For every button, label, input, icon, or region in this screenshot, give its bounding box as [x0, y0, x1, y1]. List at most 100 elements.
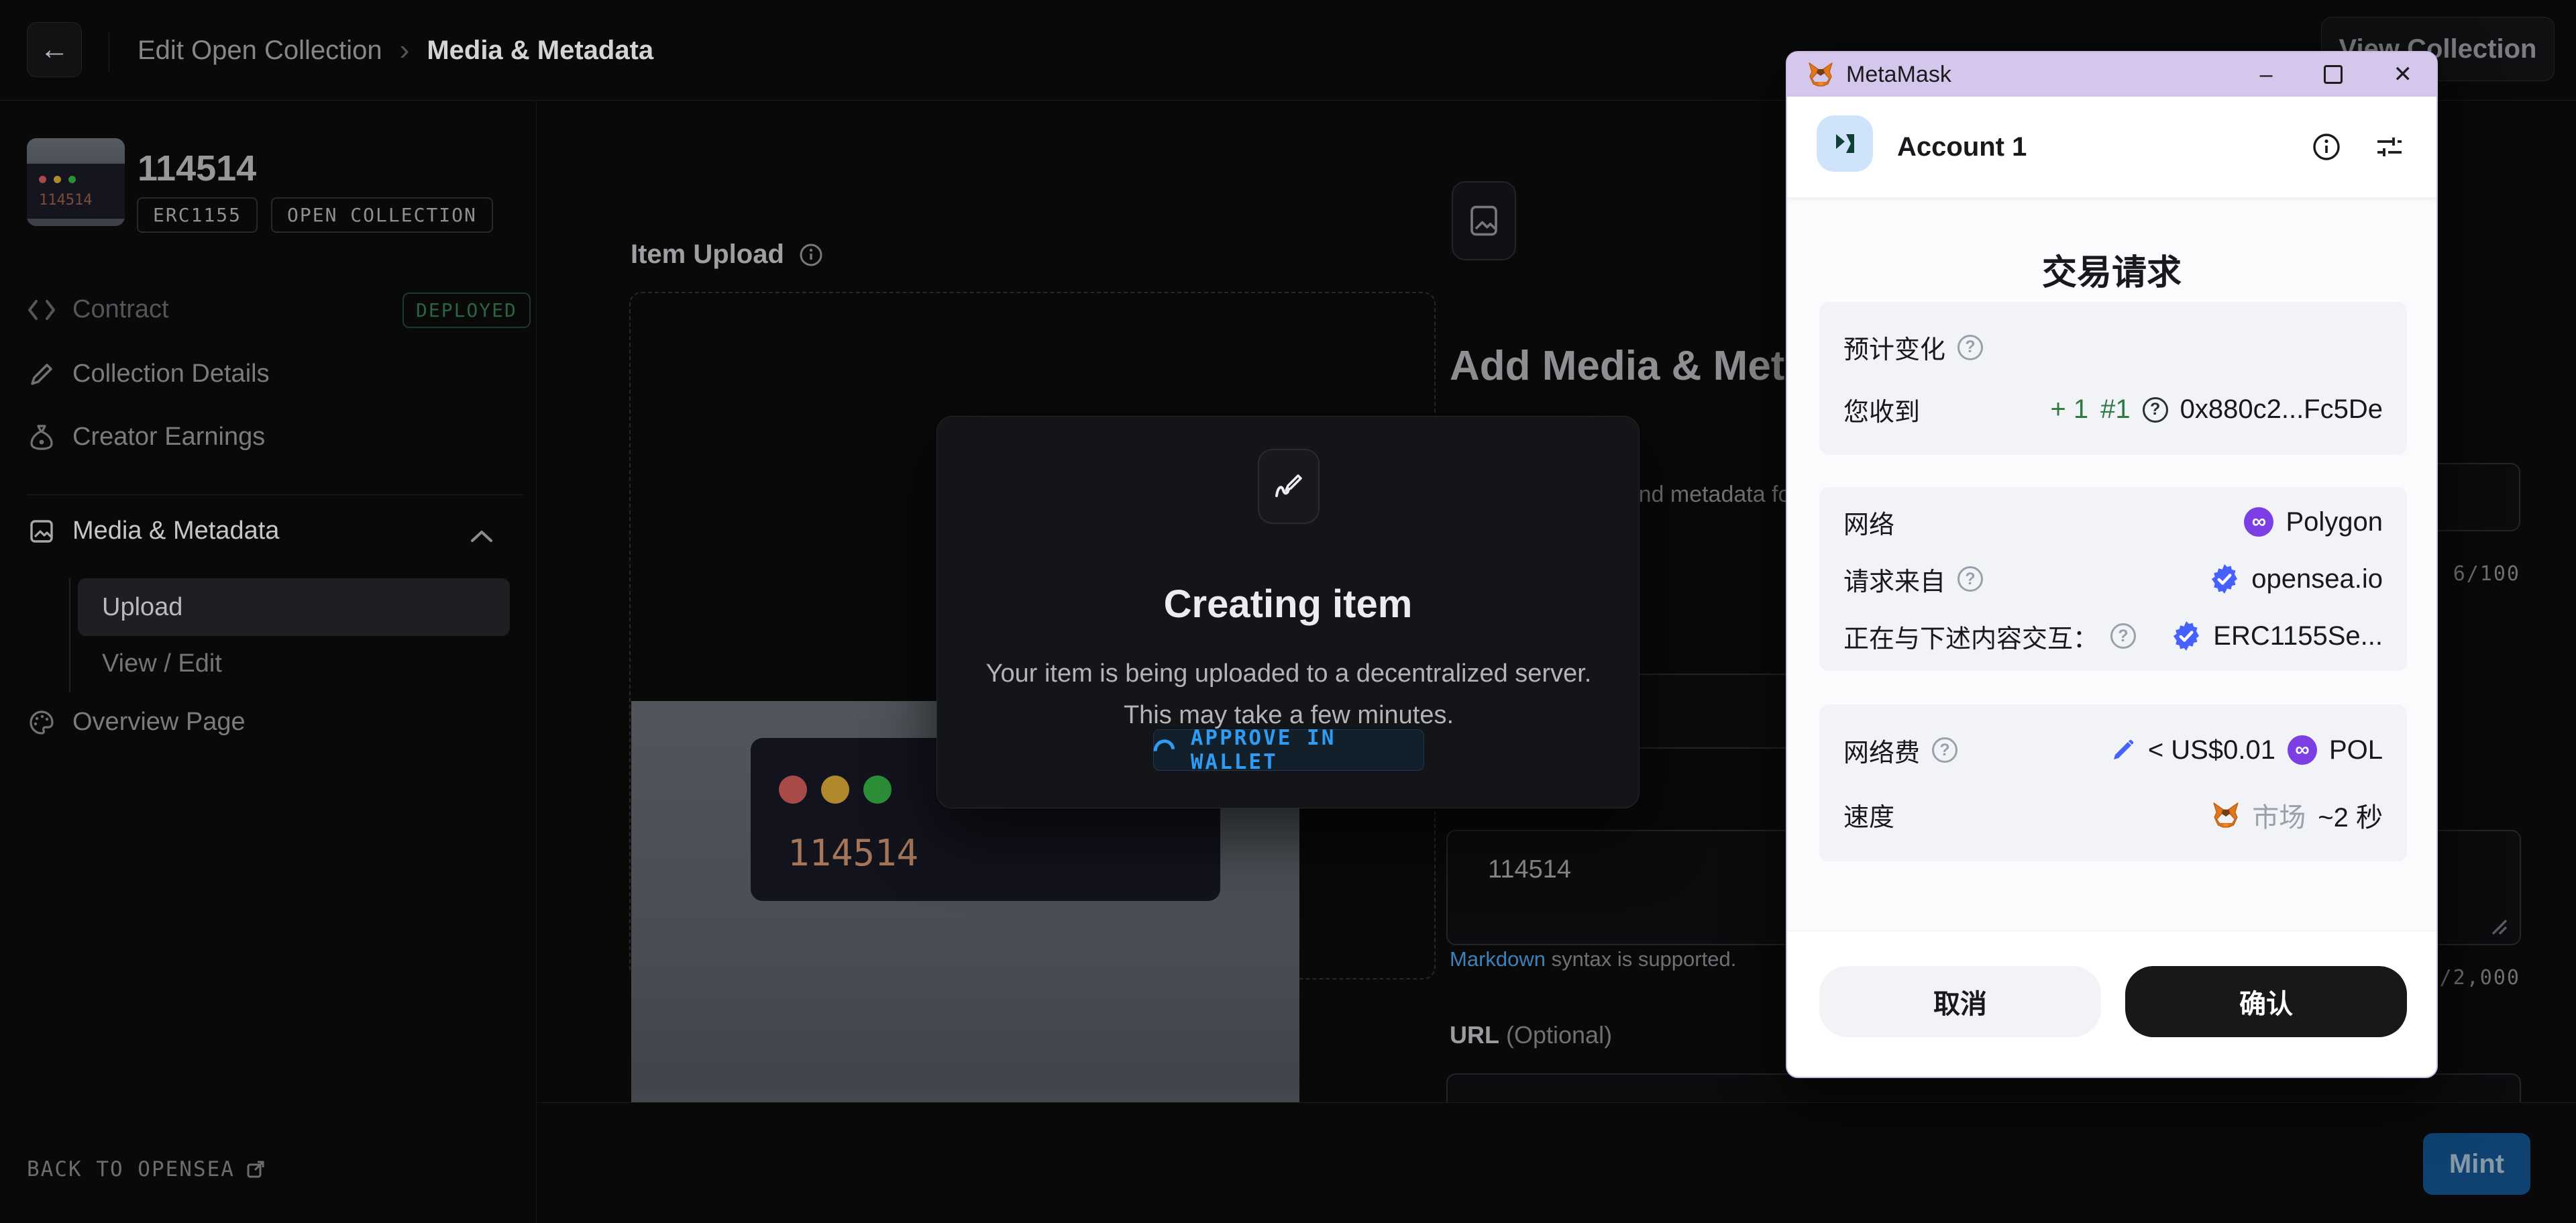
thumbnail-number: 114514: [39, 192, 92, 209]
sidebar-item-creator-earnings[interactable]: Creator Earnings: [27, 423, 265, 451]
thumbnail-browser-mock: 114514: [27, 164, 125, 219]
markdown-link[interactable]: Markdown: [1450, 947, 1546, 971]
polygon-icon: ∞: [2288, 735, 2317, 765]
resize-handle-icon[interactable]: [2486, 914, 2509, 937]
markdown-note-rest: syntax is supported.: [1546, 947, 1736, 971]
question-icon[interactable]: ?: [1957, 335, 1983, 360]
request-from-label: 请求来自: [1843, 561, 1945, 598]
signature-icon-box: [1258, 449, 1320, 524]
media-number: 114514: [788, 832, 918, 874]
verified-badge-icon: [2210, 564, 2239, 594]
sidebar-item-overview-page[interactable]: Overview Page: [27, 708, 246, 737]
you-receive-label: 您收到: [1843, 391, 1920, 428]
sidebar-divider: [27, 494, 523, 495]
deployed-badge: DEPLOYED: [402, 293, 531, 328]
metamask-footer: 取消 确认: [1787, 930, 2436, 1078]
item-upload-heading: Item Upload: [631, 240, 823, 270]
window-controls: – ✕: [2260, 52, 2412, 97]
polygon-icon: ∞: [2244, 507, 2273, 537]
network-fee-value: < US$0.01: [2148, 735, 2275, 765]
sidebar-item-collection-details[interactable]: Collection Details: [27, 360, 270, 388]
collection-type-badge: OPEN COLLECTION: [271, 197, 493, 233]
breadcrumb-section[interactable]: Edit Open Collection: [138, 36, 382, 66]
account-avatar[interactable]: [1817, 115, 1873, 172]
back-button[interactable]: ←: [27, 22, 82, 77]
green-dot: [68, 176, 76, 183]
modal-title: Creating item: [937, 582, 1639, 627]
sidebar-item-contract[interactable]: Contract: [27, 295, 169, 324]
metamask-titlebar[interactable]: MetaMask – ✕: [1787, 52, 2436, 97]
breadcrumb-separator-icon: ›: [400, 34, 410, 67]
metamask-account-header: Account 1: [1787, 97, 2436, 197]
external-link-icon: [246, 1159, 266, 1179]
sidebar-item-label: Contract: [72, 295, 169, 324]
speed-mode: 市场: [2252, 796, 2306, 835]
confirm-button[interactable]: 确认: [2125, 966, 2407, 1037]
verified-badge-icon: [2171, 621, 2201, 651]
chevron-up-icon[interactable]: [470, 529, 494, 543]
sidebar-item-upload[interactable]: Upload: [78, 578, 510, 636]
pencil-icon: [27, 362, 56, 387]
sidebar-item-label: Media & Metadata: [72, 517, 279, 545]
receive-token-id: #1: [2100, 394, 2131, 425]
maximize-icon: [2324, 65, 2343, 84]
estimated-changes-label: 预计变化: [1843, 329, 1945, 366]
metamask-fox-icon: [1807, 62, 1834, 87]
question-icon[interactable]: ?: [2110, 623, 2136, 649]
screen: ← Edit Open Collection › Media & Metadat…: [0, 0, 2576, 1223]
unknown-nft-icon[interactable]: ?: [2143, 397, 2168, 423]
receive-amount: + 1: [2050, 394, 2088, 425]
yellow-dot: [54, 176, 61, 183]
close-button[interactable]: ✕: [2394, 61, 2413, 88]
back-arrow-icon: ←: [40, 33, 69, 66]
minimize-button[interactable]: –: [2260, 62, 2273, 88]
panel-media-icon-box: [1452, 181, 1516, 260]
breadcrumb: Edit Open Collection › Media & Metadata: [138, 0, 653, 101]
estimated-changes-card: 预计变化 ? 您收到 + 1 #1 ? 0x880c2...Fc5De: [1819, 302, 2407, 455]
collection-name: 114514: [138, 148, 256, 189]
collection-badges: ERC1155 OPEN COLLECTION: [137, 197, 493, 233]
network-value: Polygon: [2286, 507, 2383, 537]
transaction-request-title: 交易请求: [1787, 244, 2436, 295]
settings-sliders-icon[interactable]: [2373, 132, 2406, 162]
red-dot: [39, 176, 46, 183]
markdown-note: Markdown syntax is supported.: [1450, 947, 1736, 971]
account-name[interactable]: Account 1: [1897, 97, 2027, 197]
subnav-indent-line: [69, 578, 70, 692]
speed-value: ~2 秒: [2318, 796, 2383, 835]
red-dot: [779, 776, 807, 804]
info-icon[interactable]: [799, 243, 823, 267]
url-field-label: URL (Optional): [1450, 1021, 1612, 1049]
request-from-value[interactable]: opensea.io: [2251, 564, 2383, 594]
speed-label: 速度: [1843, 796, 1894, 833]
network-fee-label: 网络费: [1843, 732, 1920, 769]
interacting-with-label: 正在与下述内容交互：: [1843, 618, 2098, 655]
url-optional: (Optional): [1499, 1021, 1612, 1049]
interacting-with-value[interactable]: ERC1155Se...: [2213, 621, 2383, 651]
main-footer: Mint: [537, 1102, 2576, 1223]
maximize-button[interactable]: [2324, 65, 2343, 84]
receive-address[interactable]: 0x880c2...Fc5De: [2180, 394, 2383, 425]
sidebar-item-media-metadata[interactable]: Media & Metadata: [27, 517, 279, 545]
money-bag-icon: [27, 424, 56, 451]
yellow-dot: [821, 776, 849, 804]
back-to-opensea-link[interactable]: BACK TO OPENSEA: [27, 1157, 266, 1181]
sidebar-item-label: Overview Page: [72, 708, 246, 737]
back-to-opensea-label: BACK TO OPENSEA: [27, 1157, 235, 1181]
mint-button[interactable]: Mint: [2423, 1133, 2530, 1195]
sidebar-item-view-edit[interactable]: View / Edit: [102, 649, 222, 678]
approve-label: APPROVE IN WALLET: [1191, 726, 1424, 774]
creating-item-modal: Creating item Your item is being uploade…: [936, 416, 1640, 808]
edit-fee-pencil-icon[interactable]: [2110, 737, 2136, 763]
image-icon: [1468, 205, 1500, 237]
approve-in-wallet-status: APPROVE IN WALLET: [1153, 729, 1424, 771]
cancel-button[interactable]: 取消: [1819, 966, 2101, 1037]
token-standard-badge: ERC1155: [137, 197, 258, 233]
collection-thumbnail: 114514: [27, 138, 125, 226]
green-dot: [863, 776, 892, 804]
question-icon[interactable]: ?: [1957, 566, 1983, 592]
sidebar-item-label: Upload: [102, 593, 182, 622]
info-icon[interactable]: [2312, 132, 2341, 162]
question-icon[interactable]: ?: [1932, 737, 1957, 763]
sidebar: 114514 114514 ERC1155 OPEN COLLECTION Co…: [0, 101, 537, 1223]
